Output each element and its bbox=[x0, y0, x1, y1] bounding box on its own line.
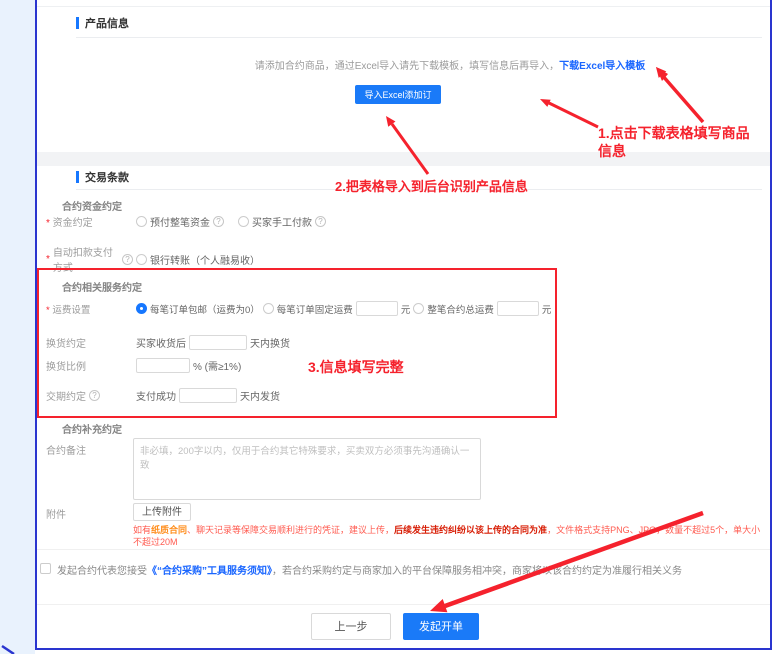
remark-label: 合约备注 bbox=[46, 442, 133, 457]
yuan-unit: 元 bbox=[401, 302, 411, 316]
attachment-note: 如有纸质合同、聊天记录等保障交易顺利进行的凭证，建议上传，后续发生违约纠纷以该上… bbox=[133, 524, 765, 548]
panel-top-border bbox=[37, 6, 770, 7]
product-section-divider bbox=[76, 37, 762, 38]
agreement-checkbox[interactable] bbox=[40, 563, 51, 574]
attachment-label: 附件 bbox=[46, 506, 133, 521]
contract-create-page: { "product_section": { "title": "产品信息", … bbox=[0, 0, 777, 654]
agreement-suffix: ，若合约采购约定与商家加入的平台保障服务相冲突，商家将以该合约约定为准履行相关义… bbox=[272, 566, 682, 577]
submit-order-button[interactable]: 发起开单 bbox=[403, 613, 479, 640]
agreement-text: 发起合约代表您接受《“合约采购”工具服务须知》，若合约采购约定与商家加入的平台保… bbox=[57, 562, 682, 577]
help-icon[interactable]: ? bbox=[213, 216, 224, 227]
funds-subsection-header: 合约资金约定 bbox=[62, 198, 122, 213]
section-accent-bar bbox=[76, 171, 79, 183]
fixed-shipping-radio[interactable] bbox=[263, 303, 274, 314]
footer-divider bbox=[37, 604, 770, 605]
product-section-header: 产品信息 bbox=[76, 15, 129, 31]
total-shipping-option-label: 整笔合约总运费 bbox=[427, 302, 494, 316]
attachment-note-bold: 后续发生违约纠纷以该上传的合同为准 bbox=[394, 525, 547, 535]
agreement-divider bbox=[37, 549, 770, 550]
previous-step-button[interactable]: 上一步 bbox=[311, 613, 391, 640]
bank-transfer-radio[interactable] bbox=[136, 254, 147, 265]
help-icon[interactable]: ? bbox=[122, 254, 133, 265]
import-hint: 请添加合约商品，通过Excel导入请先下载模板，填写信息后再导入，下载Excel… bbox=[130, 57, 770, 72]
total-shipping-radio[interactable] bbox=[413, 303, 424, 314]
exchange-row: 换货约定 买家收货后 天内换货 bbox=[46, 335, 290, 350]
fixed-shipping-option-label: 每笔订单固定运费 bbox=[277, 302, 353, 316]
delivery-days-input[interactable] bbox=[179, 388, 237, 403]
supplement-subsection-header: 合约补充约定 bbox=[62, 421, 122, 436]
download-template-link[interactable]: 下载Excel导入模板 bbox=[559, 61, 645, 72]
delivery-row: 交期约定 ? 支付成功 天内发货 bbox=[46, 388, 280, 403]
upload-attachment-button[interactable]: 上传附件 bbox=[133, 503, 191, 521]
autopay-row: 自动扣款支付方式 ? 银行转账（个人融易收） bbox=[46, 244, 260, 274]
shipping-label: 运费设置 bbox=[46, 302, 133, 316]
prepay-option-label: 预付整笔资金 bbox=[150, 214, 210, 229]
fund-agreement-label: 资金约定 bbox=[46, 214, 133, 229]
yuan-unit: 元 bbox=[542, 302, 552, 316]
exchange-prefix: 买家收货后 bbox=[136, 335, 186, 350]
service-subsection-header: 合约相关服务约定 bbox=[62, 279, 142, 294]
screenshot-frame-bottom bbox=[35, 648, 772, 650]
contract-remark-textarea[interactable] bbox=[133, 438, 481, 500]
fund-agreement-row: 资金约定 预付整笔资金 ? 买家手工付款 ? bbox=[46, 214, 326, 229]
manual-pay-option-label: 买家手工付款 bbox=[252, 214, 312, 229]
attachment-note-part2: 、聊天记录等保障交易顺利进行的凭证，建议上传， bbox=[187, 525, 394, 535]
fixed-shipping-fee-input[interactable] bbox=[356, 301, 398, 316]
autopay-label: 自动扣款支付方式 bbox=[53, 244, 119, 274]
agreement-row: 发起合约代表您接受《“合约采购”工具服务须知》，若合约采购约定与商家加入的平台保… bbox=[40, 562, 740, 577]
total-shipping-fee-input[interactable] bbox=[497, 301, 539, 316]
trade-section-title: 交易条款 bbox=[85, 169, 129, 185]
remark-label-row: 合约备注 bbox=[46, 442, 133, 457]
service-notice-link[interactable]: 《“合约采购”工具服务须知》 bbox=[147, 566, 272, 577]
annotation-note-3: 3.信息填写完整 bbox=[308, 357, 404, 377]
prepay-radio[interactable] bbox=[136, 216, 147, 227]
delivery-label: 交期约定 bbox=[46, 388, 86, 403]
import-excel-button[interactable]: 导入Excel添加订单 bbox=[355, 85, 441, 104]
shipping-row: 运费设置 每笔订单包邮（运费为0） 每笔订单固定运费 元 整笔合约总运费 元 bbox=[46, 301, 551, 316]
exchange-days-input[interactable] bbox=[189, 335, 247, 350]
trade-section-header: 交易条款 bbox=[76, 169, 129, 185]
exchange-ratio-input[interactable] bbox=[136, 358, 190, 373]
page-left-margin bbox=[0, 0, 35, 654]
bank-transfer-option-label: 银行转账（个人融易收） bbox=[150, 252, 260, 267]
free-shipping-option-label: 每笔订单包邮（运费为0） bbox=[150, 302, 260, 316]
attachment-label-row: 附件 bbox=[46, 506, 133, 521]
help-icon[interactable]: ? bbox=[315, 216, 326, 227]
annotation-note-1: 1.点击下载表格填写商品信息 bbox=[598, 124, 762, 160]
attachment-note-paper: 纸质合同 bbox=[151, 525, 187, 535]
exchange-label: 换货约定 bbox=[46, 335, 133, 350]
delivery-label-wrap: 交期约定 ? bbox=[46, 388, 133, 403]
free-shipping-radio[interactable] bbox=[136, 303, 147, 314]
import-hint-text: 请添加合约商品，通过Excel导入请先下载模板，填写信息后再导入， bbox=[255, 61, 559, 72]
screenshot-frame-left bbox=[35, 0, 37, 650]
exchange-ratio-suffix: % (需≥1%) bbox=[193, 358, 241, 373]
exchange-ratio-row: 换货比例 % (需≥1%) bbox=[46, 358, 241, 373]
annotation-note-2: 2.把表格导入到后台识别产品信息 bbox=[335, 176, 528, 195]
screenshot-frame-right bbox=[770, 0, 772, 650]
delivery-suffix: 天内发货 bbox=[240, 388, 280, 403]
exchange-suffix: 天内换货 bbox=[250, 335, 290, 350]
product-section-title: 产品信息 bbox=[85, 15, 129, 31]
attachment-note-part1: 如有 bbox=[133, 525, 151, 535]
delivery-prefix: 支付成功 bbox=[136, 388, 176, 403]
help-icon[interactable]: ? bbox=[89, 390, 100, 401]
section-accent-bar bbox=[76, 17, 79, 29]
manual-pay-radio[interactable] bbox=[238, 216, 249, 227]
exchange-ratio-label: 换货比例 bbox=[46, 358, 133, 373]
agreement-prefix: 发起合约代表您接受 bbox=[57, 566, 147, 577]
autopay-label-wrap: 自动扣款支付方式 ? bbox=[46, 244, 133, 274]
